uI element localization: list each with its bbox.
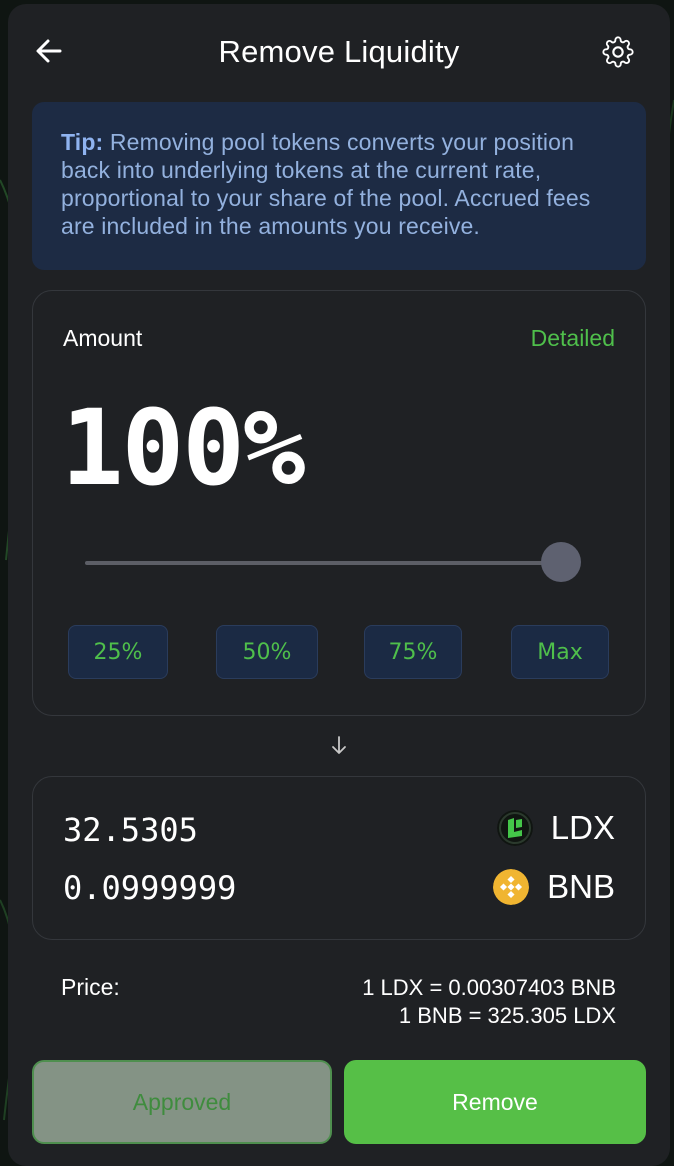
ldx-token-icon <box>496 810 533 846</box>
price-rates: 1 LDX = 0.00307403 BNB 1 BNB = 325.305 L… <box>362 974 616 1030</box>
amount-percent-display: 100% <box>61 387 305 509</box>
approved-button[interactable]: Approved <box>32 1060 332 1144</box>
bnb-token: BNB <box>493 868 615 906</box>
page-title: Remove Liquidity <box>218 34 460 69</box>
tip-banner: Tip: Removing pool tokens converts your … <box>32 102 646 270</box>
remove-button[interactable]: Remove <box>344 1060 646 1144</box>
amount-slider-thumb[interactable] <box>541 542 581 582</box>
bnb-symbol: BNB <box>547 868 615 905</box>
ldx-amount: 32.5305 <box>63 811 198 849</box>
amount-panel: Amount Detailed 100% 25% 50% 75% Max <box>32 290 646 716</box>
bnb-amount: 0.0999999 <box>63 869 237 907</box>
ldx-token: LDX <box>496 809 615 847</box>
price-rate-ldx-bnb: 1 LDX = 0.00307403 BNB <box>362 975 616 1000</box>
header: Remove Liquidity <box>8 4 670 104</box>
remove-liquidity-card: Remove Liquidity Tip: Removing pool toke… <box>8 4 670 1166</box>
tip-prefix: Tip: <box>61 129 104 155</box>
max-button[interactable]: Max <box>511 625 609 679</box>
percent-25-button[interactable]: 25% <box>68 625 168 679</box>
amount-label: Amount <box>63 325 143 351</box>
settings-button[interactable] <box>602 36 634 68</box>
detailed-link[interactable]: Detailed <box>531 325 615 352</box>
percent-50-button[interactable]: 50% <box>216 625 318 679</box>
percent-75-button[interactable]: 75% <box>364 625 462 679</box>
arrow-down-icon <box>332 736 346 754</box>
ldx-symbol: LDX <box>550 809 615 846</box>
amount-slider-track[interactable] <box>85 561 561 565</box>
output-panel: 32.5305 LDX 0.0999999 BNB <box>32 776 646 940</box>
price-label: Price: <box>61 974 120 1000</box>
bnb-token-icon <box>493 869 530 905</box>
tip-text: Removing pool tokens converts your posit… <box>61 129 591 239</box>
price-rate-bnb-ldx: 1 BNB = 325.305 LDX <box>398 1003 616 1028</box>
gear-icon <box>602 36 634 68</box>
